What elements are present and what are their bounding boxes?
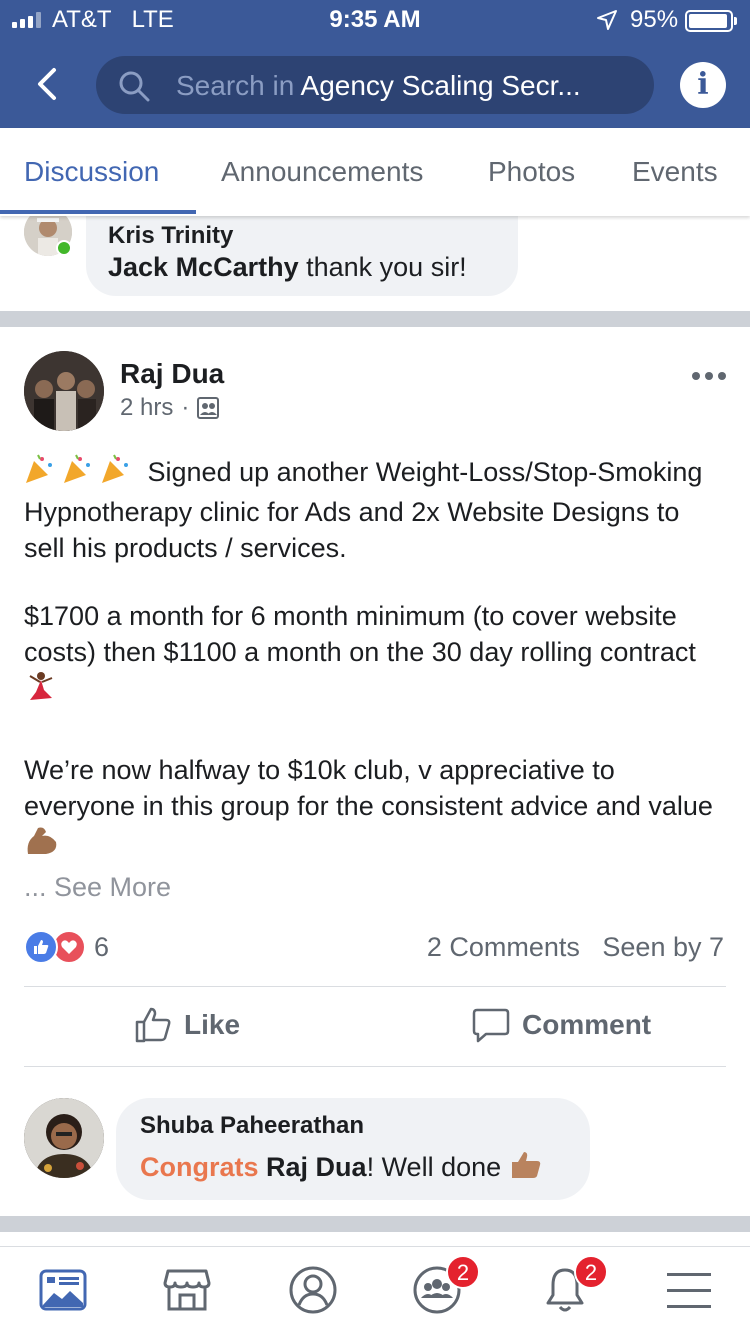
search-value: Agency Scaling Secr... xyxy=(300,70,581,101)
search-icon xyxy=(119,71,150,102)
battery-percent: 95% xyxy=(630,6,679,33)
reaction-summary[interactable]: 6 xyxy=(24,930,109,964)
tab-discussion[interactable]: Discussion xyxy=(24,156,159,188)
mention-link[interactable]: Jack McCarthy xyxy=(108,252,299,282)
post-meta: 2 hrs · xyxy=(120,394,220,422)
section-divider xyxy=(0,311,750,327)
comment-text: Congrats Raj Dua! Well done xyxy=(140,1150,543,1187)
divider-line xyxy=(24,1066,726,1067)
reaction-count: 6 xyxy=(94,931,110,962)
comment-button[interactable]: Comment xyxy=(472,1006,651,1044)
comment-bubble[interactable]: Shuba Paheerathan Congrats Raj Dua! Well… xyxy=(116,1098,590,1200)
online-indicator xyxy=(56,240,72,256)
tab-events[interactable]: Events xyxy=(632,156,718,188)
notifications-bell-icon[interactable]: 2 xyxy=(540,1255,608,1315)
groups-icon[interactable]: 2 xyxy=(412,1255,480,1315)
tab-announcements[interactable]: Announcements xyxy=(221,156,423,188)
battery-icon xyxy=(685,10,737,32)
profile-icon[interactable] xyxy=(288,1265,338,1315)
post-time[interactable]: 2 hrs xyxy=(120,394,173,422)
comments-count[interactable]: 2 Comments xyxy=(427,932,580,962)
menu-hamburger-icon[interactable] xyxy=(664,1265,714,1315)
dancer-icon xyxy=(24,670,58,713)
like-label: Like xyxy=(184,1009,241,1040)
more-options-icon[interactable] xyxy=(692,372,726,380)
post-paragraph-3: We’re now halfway to $10k club, v apprec… xyxy=(24,752,724,865)
search-placeholder: Search in xyxy=(176,70,295,101)
section-divider xyxy=(0,1216,750,1232)
avatar[interactable] xyxy=(24,351,104,431)
top-bar: AT&T LTE 9:35 AM 95% Search in Agency Sc… xyxy=(0,0,750,128)
comment-author[interactable]: Shuba Paheerathan xyxy=(140,1112,364,1140)
notifications-badge: 2 xyxy=(574,1255,608,1289)
marketplace-icon[interactable] xyxy=(162,1265,212,1315)
seen-by-count[interactable]: Seen by 7 xyxy=(602,932,724,962)
comment-author[interactable]: Kris Trinity xyxy=(108,222,233,250)
status-bar: AT&T LTE 9:35 AM 95% xyxy=(0,0,750,40)
post-paragraph-1: Signed up another Weight-Loss/Stop-Smoki… xyxy=(24,453,724,566)
group-search-input[interactable]: Search in Agency Scaling Secr... xyxy=(96,56,654,114)
thumbs-up-emoji-icon xyxy=(509,1150,543,1187)
active-tab-indicator xyxy=(0,210,196,214)
divider-line xyxy=(24,986,726,987)
comment-label: Comment xyxy=(522,1009,652,1040)
search-text: Search in Agency Scaling Secr... xyxy=(176,70,581,102)
thumbs-up-icon xyxy=(135,1007,171,1043)
see-more-link[interactable]: ... See More xyxy=(24,872,171,903)
like-button[interactable]: Like xyxy=(134,1006,240,1044)
meta-separator: · xyxy=(181,394,190,421)
flexed-biceps-icon xyxy=(24,824,60,865)
info-icon[interactable]: i xyxy=(680,62,726,108)
tab-photos[interactable]: Photos xyxy=(488,156,575,188)
engagement-counts: 2 Comments Seen by 7 xyxy=(427,932,724,963)
news-feed-icon[interactable] xyxy=(38,1265,88,1315)
comment-text: Jack McCarthy thank you sir! xyxy=(108,252,467,283)
congrats-text: Congrats xyxy=(140,1152,259,1182)
like-reaction-icon xyxy=(24,930,58,964)
post-paragraph-2: $1700 a month for 6 month minimum (to co… xyxy=(24,598,724,713)
party-popper-icon xyxy=(24,453,140,494)
location-arrow-icon xyxy=(597,10,617,30)
bottom-nav: 2 2 xyxy=(0,1246,750,1317)
groups-badge: 2 xyxy=(446,1255,480,1289)
post-text: $1700 a month for 6 month minimum (to co… xyxy=(24,601,696,667)
post-text: We’re now halfway to $10k club, v apprec… xyxy=(24,755,713,821)
speech-bubble-icon xyxy=(472,1008,510,1043)
group-tabs: Discussion Announcements Photos Events xyxy=(0,128,750,216)
comment-body: thank you sir! xyxy=(298,252,467,282)
comment-bubble[interactable]: Kris Trinity Jack McCarthy thank you sir… xyxy=(86,210,518,296)
back-arrow-icon[interactable] xyxy=(30,66,66,102)
comment-body: ! Well done xyxy=(366,1152,502,1182)
post-author[interactable]: Raj Dua xyxy=(120,358,224,390)
group-members-icon xyxy=(197,397,220,419)
mention-link[interactable]: Raj Dua xyxy=(266,1152,367,1182)
avatar[interactable] xyxy=(24,1098,104,1178)
